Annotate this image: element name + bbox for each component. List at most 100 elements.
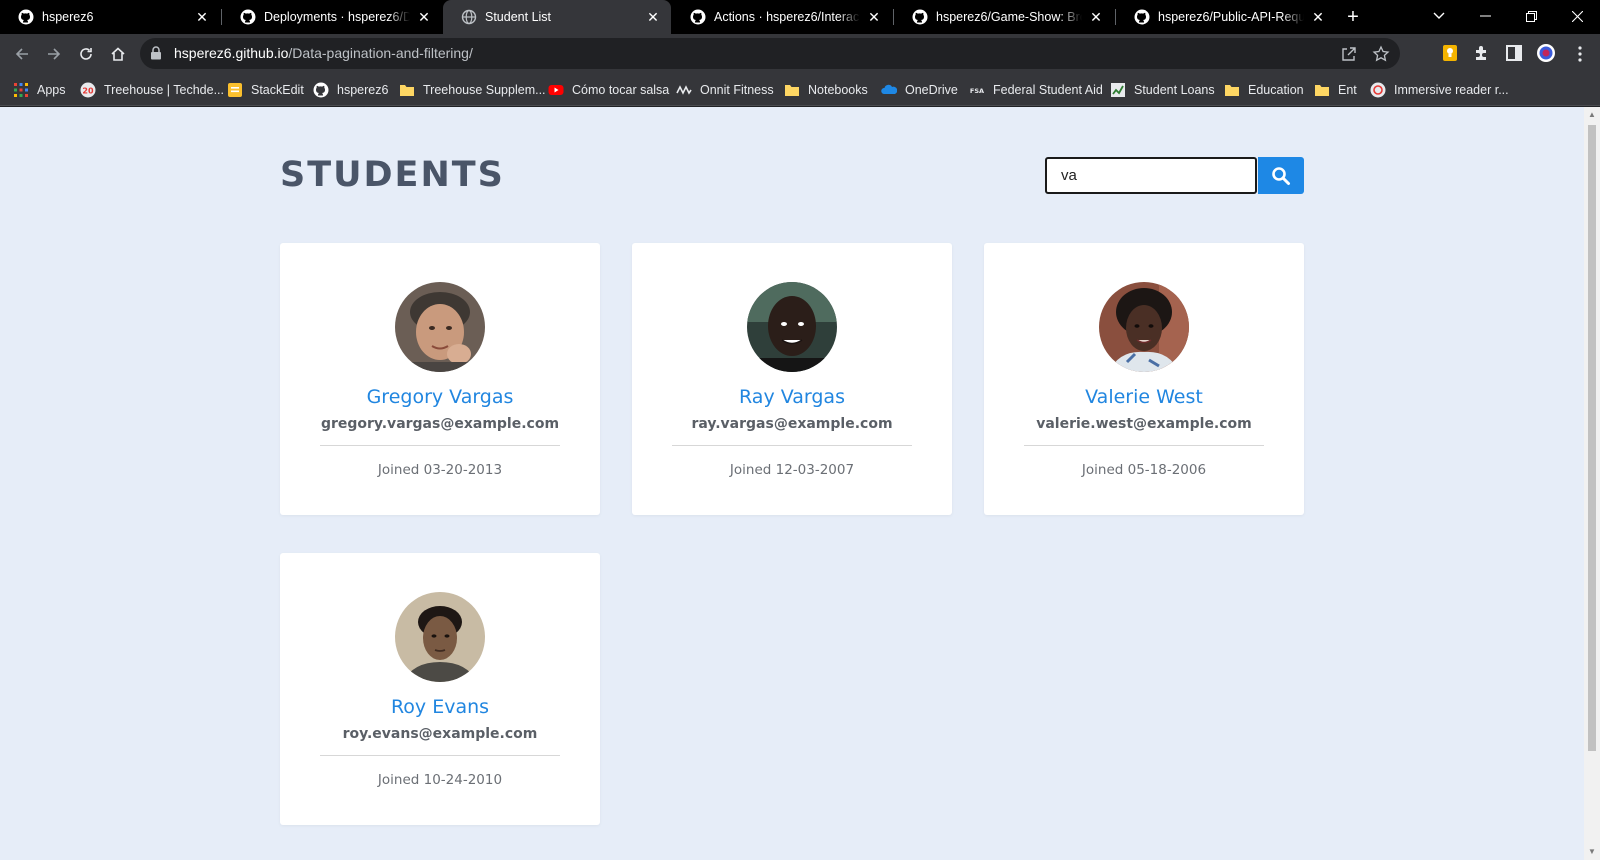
bookmark-federal-student-aid[interactable]: FSA Federal Student Aid xyxy=(969,80,1103,100)
new-tab-button[interactable]: + xyxy=(1342,6,1364,28)
svg-text:20: 20 xyxy=(82,87,94,96)
tab-strip: hsperez6 ✕ Deployments · hsperez6/Data-p… xyxy=(0,0,1600,34)
menu-kebab-icon[interactable] xyxy=(1566,40,1594,68)
student-joined-date: Joined 05-18-2006 xyxy=(1081,462,1207,478)
tab-student-list[interactable]: Student List ✕ xyxy=(443,0,671,34)
onnit-icon xyxy=(676,85,692,95)
scroll-thumb[interactable] xyxy=(1588,125,1596,751)
loans-icon xyxy=(1111,83,1125,97)
bookmark-education[interactable]: Education xyxy=(1224,80,1304,100)
tab-label: hsperez6 xyxy=(42,10,94,24)
github-icon xyxy=(313,82,329,98)
search-icon xyxy=(1272,166,1290,185)
avatar xyxy=(1099,282,1189,372)
immersive-reader-icon xyxy=(1370,82,1386,98)
forward-arrow-icon[interactable] xyxy=(40,40,68,68)
tab-close-icon[interactable]: ✕ xyxy=(645,9,661,25)
browser-toolbar: hsperez6.github.io/Data-pagination-and-f… xyxy=(0,34,1600,73)
bookmark-label: Treehouse Supplem... xyxy=(423,83,546,97)
bookmark-treehouse-supplements[interactable]: Treehouse Supplem... xyxy=(399,80,546,100)
bookmark-notebooks[interactable]: Notebooks xyxy=(784,80,868,100)
tab-public-api[interactable]: hsperez6/Public-API-Requests ✕ xyxy=(1116,0,1336,34)
lock-icon[interactable] xyxy=(150,46,162,60)
bookmark-treehouse[interactable]: 20 Treehouse | Techde... xyxy=(80,80,224,100)
url-path: /Data-pagination-and-filtering/ xyxy=(288,45,473,61)
card-divider xyxy=(320,445,560,446)
bookmark-label: Apps xyxy=(37,83,66,97)
restore-icon[interactable] xyxy=(1508,0,1554,32)
tab-close-icon[interactable]: ✕ xyxy=(194,9,210,25)
student-email: gregory.vargas@example.com xyxy=(320,416,560,432)
bookmark-label: Federal Student Aid xyxy=(993,83,1103,97)
search-button[interactable] xyxy=(1258,157,1304,194)
youtube-icon xyxy=(548,85,564,95)
student-card: Roy Evans roy.evans@example.com Joined 1… xyxy=(280,553,600,825)
tab-game-show[interactable]: hsperez6/Game-Show: Browser game ✕ xyxy=(894,0,1114,34)
tab-close-icon[interactable]: ✕ xyxy=(416,9,432,25)
page-viewport: STUDENTS Gregory Vargas gregory.vargas@e… xyxy=(0,107,1584,860)
bookmark-student-loans[interactable]: Student Loans xyxy=(1110,80,1215,100)
card-divider xyxy=(672,445,912,446)
back-arrow-icon[interactable] xyxy=(8,40,36,68)
scroll-up-arrow-icon[interactable]: ▲ xyxy=(1588,111,1596,119)
bookmarks-bar: Apps 20 Treehouse | Techde... StackEdit … xyxy=(0,73,1600,106)
bookmark-hsperez6[interactable]: hsperez6 xyxy=(313,80,388,100)
bookmark-onnit[interactable]: Onnit Fitness xyxy=(676,80,774,100)
extensions-puzzle-icon[interactable] xyxy=(1472,43,1492,63)
globe-icon xyxy=(461,9,477,25)
bookmark-label: Student Loans xyxy=(1134,83,1215,97)
bookmark-label: Cómo tocar salsa xyxy=(572,83,670,97)
tab-label: Deployments · hsperez6/Data-pagination-a… xyxy=(264,10,410,24)
profile-avatar-icon[interactable] xyxy=(1536,43,1556,63)
github-icon xyxy=(18,9,34,25)
avatar xyxy=(395,282,485,372)
bookmark-label: Onnit Fitness xyxy=(700,83,774,97)
github-icon xyxy=(1134,9,1150,25)
student-name: Roy Evans xyxy=(390,696,490,718)
tab-label: Student List xyxy=(485,10,552,24)
bookmark-stackedit[interactable]: StackEdit xyxy=(227,80,304,100)
github-icon xyxy=(912,9,928,25)
close-window-icon[interactable] xyxy=(1554,0,1600,32)
url-text[interactable]: hsperez6.github.io/Data-pagination-and-f… xyxy=(174,45,473,61)
tab-close-icon[interactable]: ✕ xyxy=(1310,9,1326,25)
tab-close-icon[interactable]: ✕ xyxy=(1088,9,1104,25)
card-divider xyxy=(1024,445,1264,446)
minimize-icon[interactable] xyxy=(1462,0,1508,32)
bookmark-label: Immersive reader r... xyxy=(1394,83,1509,97)
bookmark-salsa[interactable]: Cómo tocar salsa xyxy=(548,80,669,100)
tab-hsperez6[interactable]: hsperez6 ✕ xyxy=(0,0,220,34)
student-email: roy.evans@example.com xyxy=(342,726,538,742)
bookmark-label: Treehouse | Techde... xyxy=(104,83,224,97)
treehouse-icon: 20 xyxy=(80,82,96,98)
scroll-down-arrow-icon[interactable]: ▼ xyxy=(1588,848,1596,856)
tab-actions[interactable]: Actions · hsperez6/Interactive-Form ✕ xyxy=(672,0,892,34)
address-bar[interactable]: hsperez6.github.io/Data-pagination-and-f… xyxy=(140,38,1400,69)
keep-extension-icon[interactable] xyxy=(1440,43,1460,63)
student-joined-date: Joined 03-20-2013 xyxy=(377,462,503,478)
bookmark-onedrive[interactable]: OneDrive xyxy=(881,80,958,100)
fsa-icon: FSA xyxy=(970,87,984,95)
tab-search-chevron-icon[interactable] xyxy=(1416,0,1462,32)
side-panel-icon[interactable] xyxy=(1504,43,1524,63)
bookmark-ent[interactable]: Ent xyxy=(1314,80,1357,100)
avatar xyxy=(747,282,837,372)
tab-deployments[interactable]: Deployments · hsperez6/Data-pagination-a… xyxy=(222,0,442,34)
page-scrollbar[interactable]: ▲ ▼ xyxy=(1584,107,1600,860)
bookmark-star-icon[interactable] xyxy=(1372,45,1390,63)
folder-icon xyxy=(1225,85,1239,96)
student-joined-date: Joined 10-24-2010 xyxy=(377,772,503,788)
svg-text:FSA: FSA xyxy=(970,87,984,95)
student-email: ray.vargas@example.com xyxy=(691,416,893,432)
bookmark-immersive-reader[interactable]: Immersive reader r... xyxy=(1370,80,1509,100)
bookmark-label: OneDrive xyxy=(905,83,958,97)
tab-close-icon[interactable]: ✕ xyxy=(866,9,882,25)
tab-label: hsperez6/Game-Show: Browser game xyxy=(936,10,1082,24)
bookmark-apps[interactable]: Apps xyxy=(13,80,66,100)
search-input[interactable] xyxy=(1045,157,1257,194)
reload-icon[interactable] xyxy=(72,40,100,68)
share-icon[interactable] xyxy=(1340,45,1358,63)
home-icon[interactable] xyxy=(104,40,132,68)
folder-icon xyxy=(785,85,799,96)
bookmark-label: Education xyxy=(1248,83,1304,97)
